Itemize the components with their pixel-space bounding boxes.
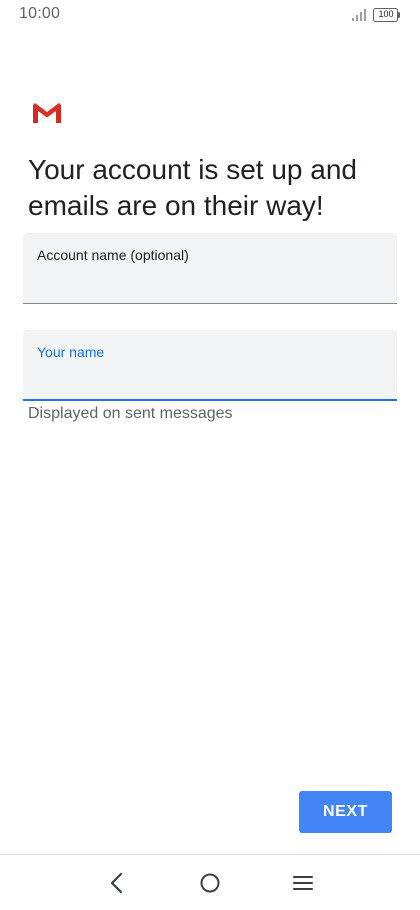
page-title: Your account is set up and emails are on… <box>28 154 357 221</box>
navigation-bar <box>0 855 420 910</box>
next-button[interactable]: NEXT <box>299 791 392 833</box>
menu-icon[interactable] <box>289 869 317 897</box>
your-name-helper: Displayed on sent messages <box>28 405 233 422</box>
account-name-field[interactable]: Account name (optional) <box>23 233 397 304</box>
status-bar: 10:00 100 <box>0 0 420 32</box>
your-name-label: Your name <box>37 344 105 360</box>
your-name-field[interactable]: Your name <box>23 330 397 401</box>
battery-level: 100 <box>378 9 394 19</box>
back-icon[interactable] <box>103 869 131 897</box>
signal-icon <box>352 9 366 21</box>
gmail-logo <box>33 103 61 123</box>
your-name-input[interactable] <box>37 366 377 392</box>
account-name-input[interactable] <box>37 269 377 295</box>
account-name-label: Account name (optional) <box>37 247 189 263</box>
status-time: 10:00 <box>19 5 61 22</box>
home-icon[interactable] <box>196 869 224 897</box>
